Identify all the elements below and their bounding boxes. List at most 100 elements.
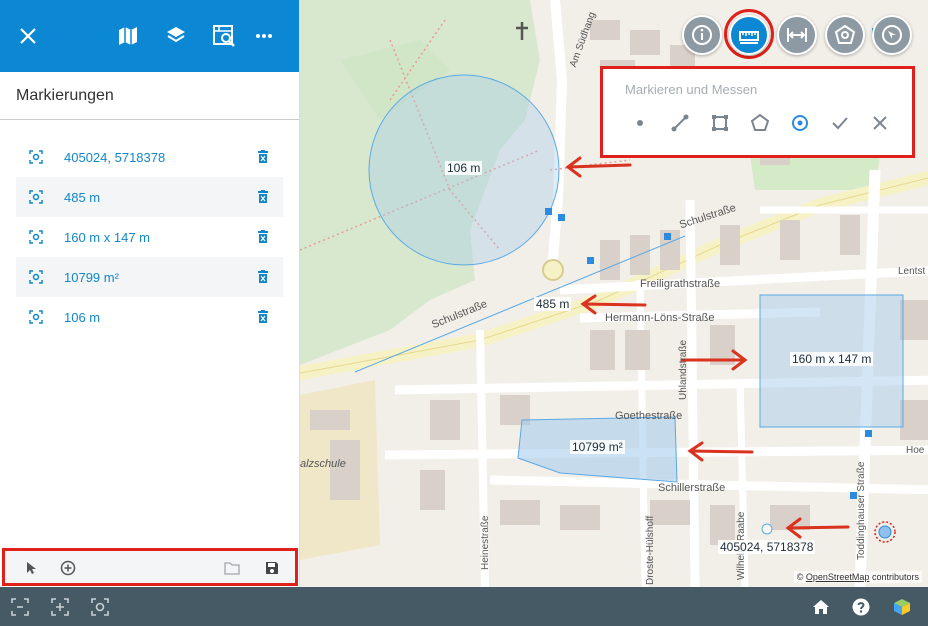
- place-label-school: alzschule: [300, 458, 346, 470]
- measure-button[interactable]: [729, 15, 769, 55]
- map-attribution: © OpenStreetMap contributors: [793, 571, 922, 583]
- app-logo[interactable]: [892, 597, 912, 617]
- layers-button[interactable]: [162, 22, 190, 50]
- list-item[interactable]: 485 m: [16, 177, 283, 217]
- polygon-measure-label: 10799 m²: [570, 440, 625, 454]
- measure-panel: Markieren und Messen: [600, 66, 915, 158]
- sidebar-footer: [2, 548, 298, 586]
- map-search-icon: [213, 25, 235, 47]
- zoom-to-button[interactable]: [16, 230, 56, 244]
- sidebar-header: [0, 0, 299, 72]
- delete-button[interactable]: [243, 150, 283, 164]
- measure-icon: [739, 31, 759, 44]
- list-item[interactable]: 405024, 5718378: [16, 137, 283, 177]
- folder-icon: [224, 562, 240, 575]
- line-tool[interactable]: [668, 111, 692, 135]
- map-search-button[interactable]: [210, 22, 238, 50]
- zoom-in-icon: [51, 598, 69, 616]
- list-item[interactable]: 10799 m²: [16, 257, 283, 297]
- area-icon: [834, 24, 856, 44]
- distance-icon: [787, 28, 807, 42]
- help-button[interactable]: [851, 597, 871, 617]
- confirm-tool[interactable]: [828, 111, 852, 135]
- zoom-to-icon: [29, 230, 43, 244]
- close-icon: [20, 28, 36, 44]
- marker-list: 405024, 5718378 485 m 160 m x 147 m 1079…: [0, 120, 299, 337]
- zoom-extent-button[interactable]: [10, 597, 30, 617]
- delete-button[interactable]: [243, 190, 283, 204]
- line-icon: [671, 114, 689, 132]
- street-label-lents: Lentst: [898, 266, 926, 277]
- street-label-hermann: Hermann-Löns-Straße: [605, 312, 715, 324]
- street-label-schiller: Schillerstraße: [658, 482, 726, 494]
- zoom-in-button[interactable]: [50, 597, 70, 617]
- list-item-label: 160 m x 147 m: [64, 229, 150, 245]
- street-label-hoe: Hoe: [906, 445, 925, 456]
- street-label-todding: Toddinghauser Straße: [856, 461, 867, 560]
- help-icon: [852, 598, 870, 616]
- trash-icon: [258, 230, 268, 243]
- open-folder-button[interactable]: [223, 559, 241, 577]
- delete-button[interactable]: [243, 270, 283, 284]
- distance-button[interactable]: [777, 15, 817, 55]
- polygon-tool[interactable]: [748, 111, 772, 135]
- attribution-link[interactable]: OpenStreetMap: [806, 572, 870, 582]
- zoom-location-button[interactable]: [90, 597, 110, 617]
- check-icon: [832, 117, 848, 130]
- street-label-uhland: Uhlandstraße: [678, 339, 689, 400]
- app: Schulstraße Schulstraße Freiligrathstraß…: [0, 0, 928, 626]
- zoom-extent-icon: [11, 598, 29, 616]
- info-button[interactable]: [682, 15, 722, 55]
- info-icon: [692, 25, 712, 45]
- street-label-droste: Droste-Hülshoff: [645, 515, 656, 585]
- save-button[interactable]: [263, 559, 281, 577]
- delete-button[interactable]: [243, 230, 283, 244]
- point-icon: [637, 120, 643, 126]
- zoom-to-button[interactable]: [16, 150, 56, 164]
- rectangle-icon: [712, 115, 728, 131]
- zoom-to-button[interactable]: [16, 310, 56, 324]
- measure-panel-title: Markieren und Messen: [625, 82, 758, 97]
- trash-icon: [258, 150, 268, 163]
- map-tab-button[interactable]: [114, 22, 142, 50]
- cancel-tool[interactable]: [868, 111, 892, 135]
- zoom-to-button[interactable]: [16, 190, 56, 204]
- layers-icon: [167, 27, 185, 43]
- line-measure-label: 485 m: [534, 297, 572, 311]
- zoom-to-icon: [29, 310, 43, 324]
- sidebar: Markierungen 405024, 5718378 485 m 160 m…: [0, 0, 300, 587]
- list-item-label: 106 m: [64, 309, 101, 325]
- circle-icon: [792, 115, 808, 131]
- map-icon: [119, 27, 137, 45]
- compass-button[interactable]: [872, 15, 912, 55]
- list-item[interactable]: 106 m: [16, 297, 283, 337]
- delete-button[interactable]: [243, 310, 283, 324]
- list-item[interactable]: 160 m x 147 m: [16, 217, 283, 257]
- list-item-label: 10799 m²: [64, 269, 119, 285]
- zoom-to-icon: [29, 190, 43, 204]
- home-button[interactable]: [811, 597, 831, 617]
- area-button[interactable]: [825, 15, 865, 55]
- zoom-to-button[interactable]: [16, 270, 56, 284]
- zoom-to-icon: [29, 270, 43, 284]
- rectangle-tool[interactable]: [708, 111, 732, 135]
- select-pointer-button[interactable]: [22, 559, 40, 577]
- pointer-icon: [27, 562, 36, 574]
- list-item-label: 485 m: [64, 189, 101, 205]
- compass-icon: [882, 25, 902, 45]
- list-item-label: 405024, 5718378: [64, 149, 166, 165]
- zoom-to-icon: [29, 150, 43, 164]
- close-icon: [873, 116, 887, 130]
- circle-tool[interactable]: [788, 111, 812, 135]
- more-button[interactable]: [250, 22, 278, 50]
- circle-measure-label: 106 m: [445, 161, 483, 175]
- close-sidebar-button[interactable]: [14, 22, 42, 50]
- street-label-heine: Heinestraße: [480, 515, 491, 570]
- sidebar-title: Markierungen: [0, 72, 299, 120]
- point-tool[interactable]: [628, 111, 652, 135]
- save-icon: [266, 562, 278, 574]
- add-circle-icon: [60, 560, 76, 576]
- trash-icon: [258, 310, 268, 323]
- add-marker-button[interactable]: [59, 559, 77, 577]
- cube-icon: [894, 599, 910, 615]
